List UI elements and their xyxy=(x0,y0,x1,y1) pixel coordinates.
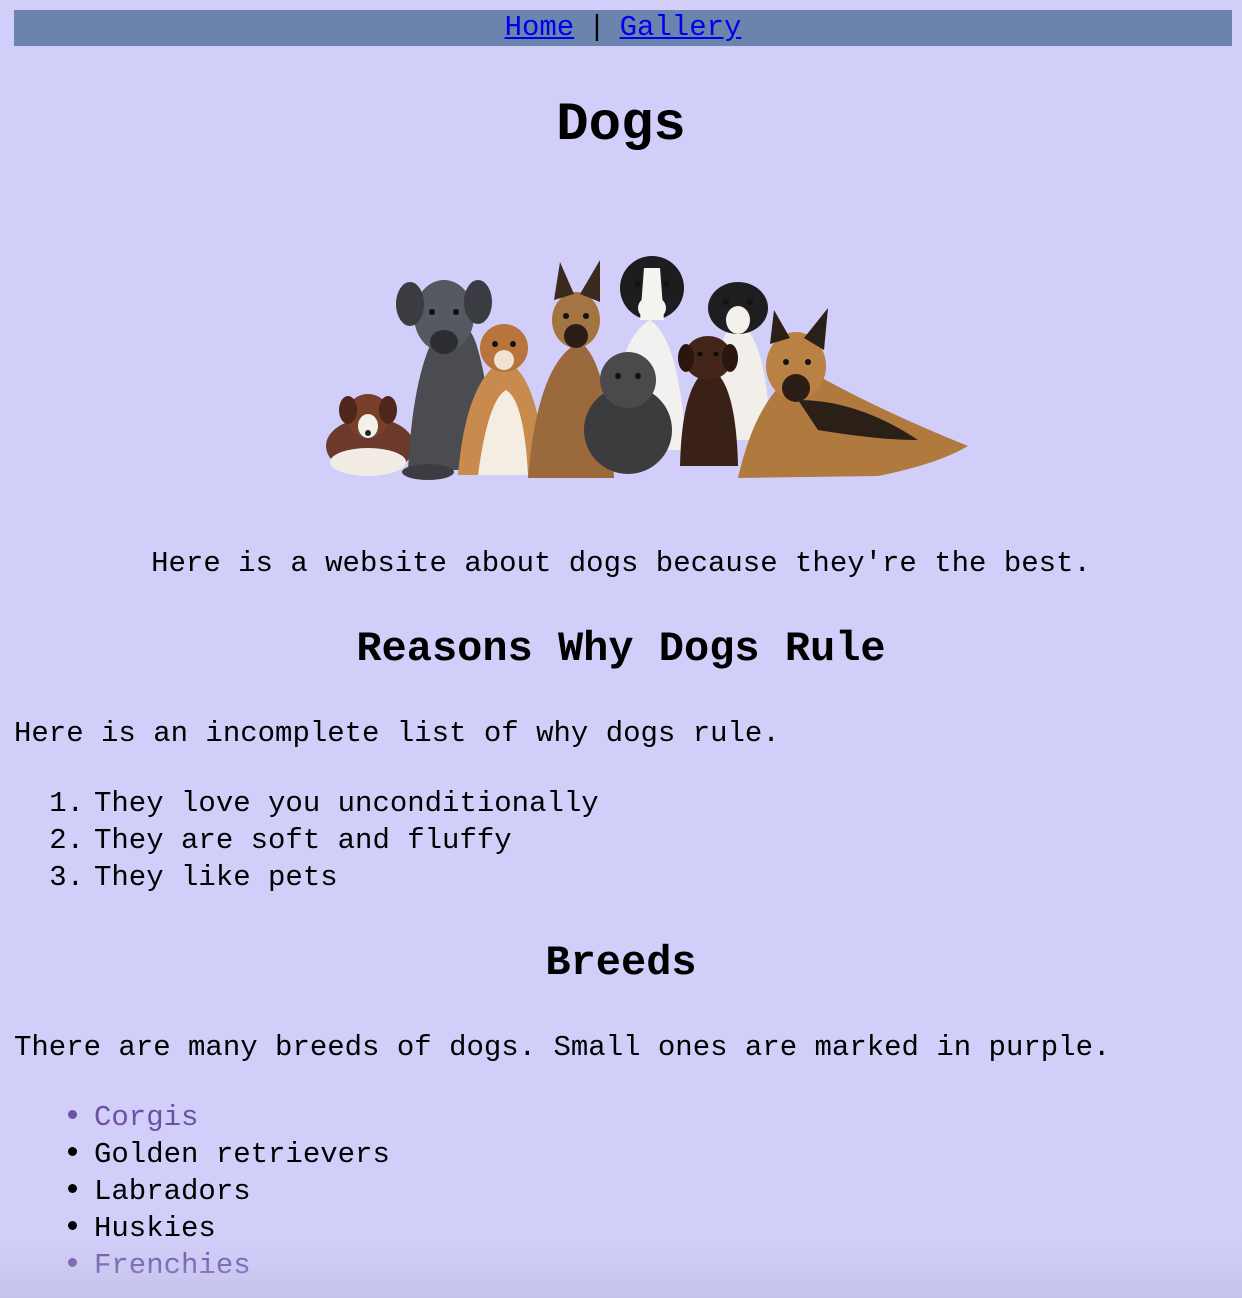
bullet-icon xyxy=(62,1136,94,1173)
dog-chocolate-lab-puppy xyxy=(678,336,738,466)
list-number: 2. xyxy=(49,824,84,857)
list-item: Huskies xyxy=(62,1210,390,1247)
group-of-dogs-photo xyxy=(326,256,968,480)
list-item-label: They are soft and fluffy xyxy=(94,824,512,857)
list-item: Corgis xyxy=(62,1099,390,1136)
breeds-heading: Breeds xyxy=(545,939,697,987)
list-number: 1. xyxy=(49,787,84,820)
reasons-heading: Reasons Why Dogs Rule xyxy=(356,625,886,673)
top-nav-bar: Home | Gallery xyxy=(14,10,1232,46)
breed-label: Frenchies xyxy=(94,1249,251,1282)
dog-puppy-brown-white xyxy=(326,394,414,476)
breed-label: Golden retrievers xyxy=(94,1138,390,1171)
list-item: Golden retrievers xyxy=(62,1136,390,1173)
page-title: Dogs xyxy=(556,95,686,156)
list-item: 3. They like pets xyxy=(14,859,599,896)
list-number: 3. xyxy=(49,861,84,894)
list-item-label: They like pets xyxy=(94,861,338,894)
list-item: 2. They are soft and fluffy xyxy=(14,822,599,859)
intro-text: Here is a website about dogs because the… xyxy=(151,547,1091,580)
bullet-icon xyxy=(62,1247,94,1284)
breeds-text: There are many breeds of dogs. Small one… xyxy=(14,1031,1111,1064)
breeds-list: Corgis Golden retrievers Labradors Huski… xyxy=(62,1099,390,1284)
dog-german-shepherd xyxy=(738,308,968,478)
breed-label: Corgis xyxy=(94,1101,199,1134)
breed-label: Labradors xyxy=(94,1175,251,1208)
breed-label: Huskies xyxy=(94,1212,216,1245)
bullet-icon xyxy=(62,1099,94,1136)
reasons-list: 1. They love you unconditionally 2. They a… xyxy=(14,785,599,896)
nav-link-gallery[interactable]: Gallery xyxy=(620,11,742,44)
nav-link-home[interactable]: Home xyxy=(505,11,575,44)
bullet-icon xyxy=(62,1210,94,1247)
reasons-text: Here is an incomplete list of why dogs r… xyxy=(14,717,780,750)
list-item-label: They love you unconditionally xyxy=(94,787,599,820)
list-item: Frenchies xyxy=(62,1247,390,1284)
bullet-icon xyxy=(62,1173,94,1210)
nav-separator: | xyxy=(588,11,606,44)
list-item: 1. They love you unconditionally xyxy=(14,785,599,822)
list-item: Labradors xyxy=(62,1173,390,1210)
